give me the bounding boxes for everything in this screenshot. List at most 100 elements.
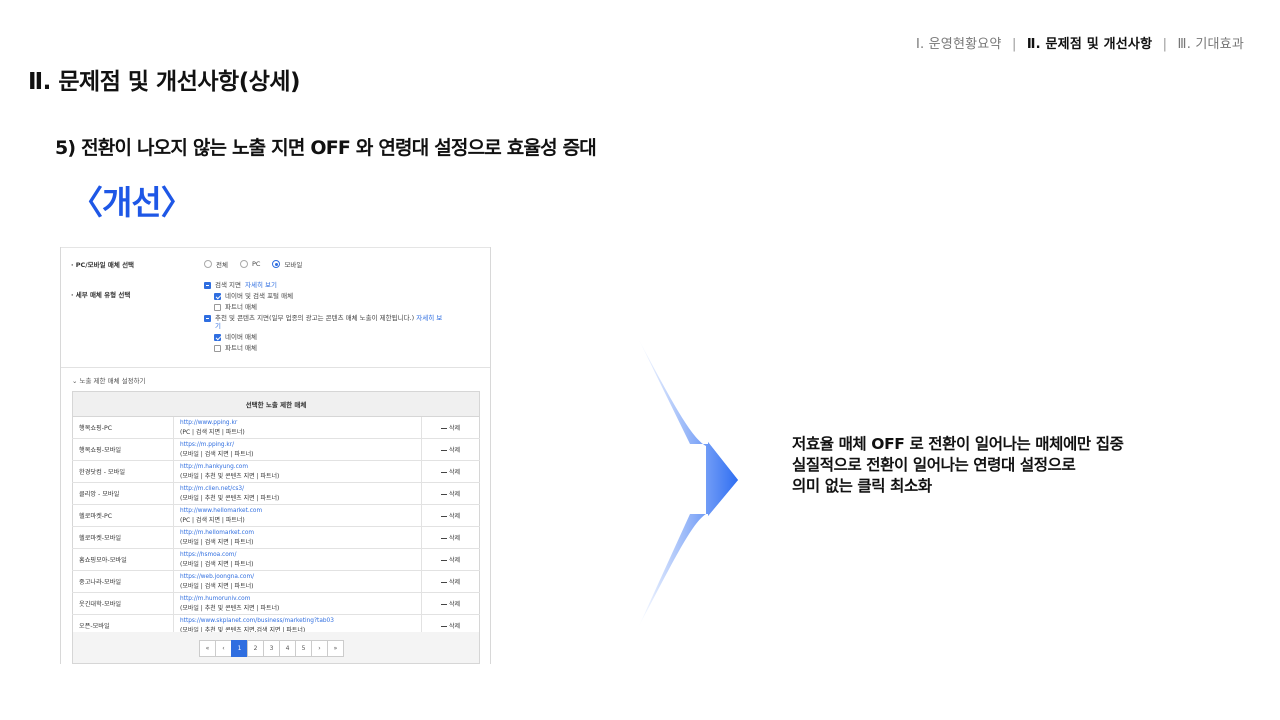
media-type-desc: (PC | 검색 지면 | 파트너) xyxy=(180,428,245,436)
media-url-link[interactable]: http://m.hellomarket.com xyxy=(180,529,415,538)
checkbox-icon[interactable] xyxy=(214,303,221,311)
radio-all[interactable]: 전체 xyxy=(204,259,228,269)
media-url-cell: http://m.hellomarket.com (모바일 | 검색 지면 | 파… xyxy=(173,526,422,549)
radio-icon xyxy=(204,260,212,268)
pagination-bar: «‹ 1 2 3 4 5 ›» xyxy=(72,632,480,664)
nav-item-issues[interactable]: Ⅱ. 문제점 및 개선사항 xyxy=(1027,37,1152,52)
description-line: 의미 없는 클릭 최소화 xyxy=(792,477,932,495)
table-row: 헬로마켓-모바일 http://m.hellomarket.com (모바일 | 검… xyxy=(72,526,480,549)
tree-content-area[interactable]: 추천 및 콘텐츠 지면(일부 업종의 광고는 콘텐츠 매체 노출이 제한됩니다.… xyxy=(204,314,489,330)
page-button[interactable]: 3 xyxy=(263,640,280,657)
media-name: 웃긴대학-모바일 xyxy=(72,592,174,615)
media-url-link[interactable]: http://m.clien.net/cs3/ xyxy=(180,485,415,494)
media-url-cell: https://hsmoa.com/(모바일 | 검색 지면 | 파트너) xyxy=(173,548,422,571)
media-url-link[interactable]: https://web.joongna.com/ xyxy=(180,573,415,582)
improvement-tag: 〈개선〉 xyxy=(70,183,194,222)
tree-naver-media[interactable]: 네이버 매체 xyxy=(214,333,489,341)
table-row: 행복쇼핑-모바일 https://m.pping.kr/(모바일 | 검색 지면 … xyxy=(72,438,480,461)
media-url-link[interactable]: https://m.pping.kr/ xyxy=(180,441,415,450)
tree-search-area[interactable]: 검색 지면 자세히 보기 xyxy=(204,281,489,289)
delete-button[interactable]: 삭제 xyxy=(421,504,480,527)
table-header: 선택한 노출 제한 매체 xyxy=(72,391,480,417)
tree-naver-search[interactable]: 네이버 및 검색 포털 매체 xyxy=(214,292,489,300)
description-line: 저효율 매체 OFF 로 전환이 일어나는 매체에만 집중 xyxy=(792,435,1124,453)
delete-button[interactable]: 삭제 xyxy=(421,482,480,505)
minus-icon xyxy=(440,625,447,628)
media-select-label: · PC/모바일 매체 선택 xyxy=(71,261,135,269)
media-url-cell: http://m.hankyung.com (모바일 | 추천 및 콘텐츠 지면 … xyxy=(173,460,422,483)
minus-icon xyxy=(440,427,447,430)
nav-item-effects[interactable]: Ⅲ. 기대효과 xyxy=(1178,37,1244,52)
media-type-desc: (모바일 | 검색 지면 | 파트너) xyxy=(180,538,254,546)
delete-button[interactable]: 삭제 xyxy=(421,438,480,461)
radio-selected-icon xyxy=(272,260,281,268)
media-type-desc: (PC | 검색 지면 | 파트너) xyxy=(180,516,245,524)
table-row: 웃긴대학-모바일 http://m.humoruniv.com (모바일 | 추천 … xyxy=(72,592,480,615)
table-row: 헬로마켓-PC http://www.hellomarket.com (PC | 검… xyxy=(72,504,480,527)
media-type-desc: (모바일 | 검색 지면 | 파트너) xyxy=(180,582,254,590)
media-url-link[interactable]: https://hsmoa.com/ xyxy=(180,551,415,560)
table-row: 홈쇼핑모아-모바일 https://hsmoa.com/(모바일 | 검색 지면 … xyxy=(72,548,480,571)
description-line: 실질적으로 전환이 일어나는 연령대 설정으로 xyxy=(792,456,1076,474)
page-title: Ⅱ. 문제점 및 개선사항(상세) xyxy=(28,69,301,95)
media-type-desc: (모바일 | 검색 지면 | 파트너) xyxy=(180,560,254,568)
content-detail-link[interactable]: 자세히 보 xyxy=(416,314,442,322)
page-button[interactable]: « xyxy=(199,640,216,657)
media-url-cell: https://m.pping.kr/(모바일 | 검색 지면 | 파트너) xyxy=(173,438,422,461)
media-name: 행복쇼핑-모바일 xyxy=(72,438,174,461)
nav-item-summary[interactable]: Ⅰ. 운영현황요약 xyxy=(916,37,1002,52)
minus-icon xyxy=(440,493,447,496)
media-url-cell: http://m.clien.net/cs3/(모바일 | 추천 및 콘텐츠 지… xyxy=(173,482,422,505)
radio-pc[interactable]: PC xyxy=(239,260,260,268)
tree-partner-search[interactable]: 파트너 매체 xyxy=(214,303,489,311)
page-button[interactable]: 2 xyxy=(247,640,264,657)
minus-icon xyxy=(440,581,447,584)
content-detail-link-tail[interactable]: 기 xyxy=(215,322,221,330)
page-button[interactable]: 4 xyxy=(279,640,296,657)
radio-mobile[interactable]: 모바일 xyxy=(272,259,302,269)
delete-button[interactable]: 삭제 xyxy=(421,460,480,483)
media-url-link[interactable]: http://www.pping.kr xyxy=(180,419,415,428)
media-url-link[interactable]: http://m.humoruniv.com xyxy=(180,595,415,604)
nav-separator: | xyxy=(1162,37,1168,52)
delete-button[interactable]: 삭제 xyxy=(421,592,480,615)
page-button[interactable]: ‹ xyxy=(215,640,232,657)
table-row: 행복쇼핑-PC http://www.pping.kr (PC | 검색 지면 | … xyxy=(72,416,480,439)
minus-icon xyxy=(440,471,447,474)
checked-checkbox-icon[interactable] xyxy=(214,333,221,341)
section-divider xyxy=(61,367,490,368)
right-arrow-icon xyxy=(638,338,738,628)
checked-checkbox-icon[interactable] xyxy=(214,292,221,300)
media-type-desc: (모바일 | 검색 지면 | 파트너) xyxy=(180,450,254,458)
partial-checkbox-icon[interactable] xyxy=(204,314,211,322)
media-name: 홈쇼핑모아-모바일 xyxy=(72,548,174,571)
search-detail-link[interactable]: 자세히 보기 xyxy=(245,281,277,289)
checkbox-icon[interactable] xyxy=(214,344,221,352)
delete-button[interactable]: 삭제 xyxy=(421,548,480,571)
media-url-link[interactable]: http://www.hellomarket.com xyxy=(180,507,415,516)
media-type-desc: (모바일 | 추천 및 콘텐츠 지면 | 파트너) xyxy=(180,472,280,480)
media-url-cell: https://web.joongna.com/(모바일 | 검색 지면 | 파… xyxy=(173,570,422,593)
media-settings-screenshot: · PC/모바일 매체 선택 전체 PC 모바일 · 세부 매체 유형 선택 검… xyxy=(60,247,491,664)
detail-media-label: · 세부 매체 유형 선택 xyxy=(71,291,131,299)
media-type-desc: (모바일 | 추천 및 콘텐츠 지면 | 파트너) xyxy=(180,604,280,612)
exclude-media-toggle[interactable]: ⌄ 노출 제한 매체 설정하기 xyxy=(72,375,146,385)
delete-button[interactable]: 삭제 xyxy=(421,570,480,593)
tree-partner-content[interactable]: 파트너 매체 xyxy=(214,344,489,352)
media-url-cell: http://www.pping.kr (PC | 검색 지면 | 파트너) xyxy=(173,416,422,439)
section-subtitle: 5) 전환이 나오지 않는 노출 지면 OFF 와 연령대 설정으로 효율성 증… xyxy=(55,137,597,159)
media-type-tree: 검색 지면 자세히 보기 네이버 및 검색 포털 매체 파트너 매체 추천 및 … xyxy=(204,281,489,355)
media-url-link[interactable]: https://www.skplanet.com/business/market… xyxy=(180,617,415,626)
delete-button[interactable]: 삭제 xyxy=(421,416,480,439)
page-button[interactable]: » xyxy=(327,640,344,657)
partial-checkbox-icon[interactable] xyxy=(204,281,211,289)
delete-button[interactable]: 삭제 xyxy=(421,526,480,549)
media-name: 한경닷컴 - 모바일 xyxy=(72,460,174,483)
media-url-link[interactable]: http://m.hankyung.com xyxy=(180,463,415,472)
improvement-description: 저효율 매체 OFF 로 전환이 일어나는 매체에만 집중 실질적으로 전환이 … xyxy=(792,434,1124,497)
media-name: 행복쇼핑-PC xyxy=(72,416,174,439)
page-button[interactable]: › xyxy=(311,640,328,657)
media-radio-group: 전체 PC 모바일 xyxy=(204,259,302,269)
page-button[interactable]: 1 xyxy=(231,640,248,657)
page-button[interactable]: 5 xyxy=(295,640,312,657)
